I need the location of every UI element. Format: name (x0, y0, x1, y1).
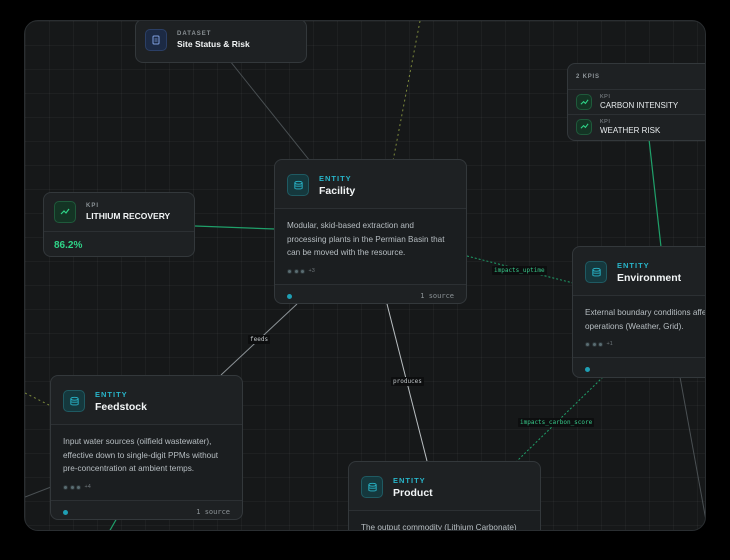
database-icon (585, 261, 607, 283)
document-icon (145, 29, 167, 51)
node-description: Modular, skid-based extraction and proce… (275, 208, 466, 266)
attribute-dots[interactable]: +3 (275, 265, 466, 284)
kpi-item-carbon-intensity[interactable]: KPI CARBON INTENSITY (568, 90, 705, 114)
entity-node-product[interactable]: ENTITY Product The output commodity (Lit… (348, 461, 541, 530)
kpi-item-title: WEATHER RISK (600, 125, 661, 135)
trend-up-icon (576, 118, 592, 135)
node-type-label: KPI (86, 203, 100, 209)
attribute-more-count: +1 (606, 341, 613, 348)
entity-node-environment[interactable]: ENTITY Environment External boundary con… (572, 246, 706, 378)
node-title: Feedstock (95, 400, 147, 413)
edge-label-produces[interactable]: p‍roduces (391, 377, 424, 386)
entity-node-feedstock[interactable]: ENTITY Feedstock Input water sources (oi… (50, 375, 243, 520)
kpi-item-title: CARBON INTENSITY (600, 101, 679, 110)
edge-dashed-top (392, 21, 421, 162)
node-type-label: ENTITY (617, 260, 650, 270)
database-icon (361, 476, 383, 498)
node-description: Input water sources (oilfield wastewater… (51, 424, 242, 482)
node-footer: 1 source (275, 283, 466, 303)
node-description: The output commodity (Lithium Carbonate) (349, 510, 540, 530)
node-type-label: ENTITY (319, 173, 352, 183)
dataset-node-site-status[interactable]: DATASET Site Status & Risk (135, 21, 307, 63)
edge-lithium-facility (194, 225, 276, 230)
status-dot (287, 293, 292, 299)
status-dot (585, 367, 590, 373)
edge-label-impacts-carbon-score[interactable]: impacts_carbon_score (518, 418, 595, 427)
node-footer: 1 source (51, 499, 242, 519)
status-dot (63, 509, 68, 515)
graph-canvas[interactable]: impacts_uptime feeds p‍roduces impacts_c… (24, 20, 706, 531)
kpi-value: 86.2% (44, 231, 194, 256)
node-title: LITHIUM RECOVERY (86, 211, 171, 221)
attribute-more-count: +4 (84, 483, 91, 490)
edge-dataset-facility (229, 60, 311, 162)
node-title: Site Status & Risk (177, 39, 250, 49)
node-title: Product (393, 486, 433, 499)
database-icon (63, 390, 85, 412)
kpi-group-header: 2 KPIS (568, 64, 705, 90)
edge-kpigroup-environment (648, 138, 662, 248)
node-type-label: ENTITY (393, 475, 426, 485)
node-description: External boundary conditions affe operat… (573, 295, 706, 340)
kpi-item-type: KPI (600, 94, 611, 100)
attribute-more-count: +3 (308, 267, 315, 274)
node-type-label: DATASET (177, 31, 212, 37)
edge-feedstock-left (25, 392, 50, 406)
trend-up-icon (576, 94, 592, 110)
node-footer (573, 357, 705, 377)
attribute-dots[interactable]: +4 (51, 481, 242, 500)
edge-label-impacts-uptime[interactable]: impacts_uptime (492, 266, 547, 275)
database-icon (287, 174, 309, 196)
attribute-dots[interactable]: +1 (573, 339, 705, 358)
node-title: Facility (319, 184, 356, 197)
edge-environment-out (679, 376, 705, 518)
entity-node-facility[interactable]: ENTITY Facility Modular, skid-based extr… (274, 159, 467, 304)
kpi-item-type: KPI (600, 118, 611, 125)
node-title: Environment (617, 271, 682, 284)
kpi-group-node[interactable]: 2 KPIS KPI CARBON INTENSITY KPI WEATHER … (567, 63, 705, 141)
trend-up-icon (54, 201, 76, 223)
kpi-node-lithium-recovery[interactable]: KPI LITHIUM RECOVERY 86.2% (43, 192, 195, 257)
node-description-text: External boundary conditions affe operat… (585, 308, 706, 331)
edge-label-feeds[interactable]: feeds (248, 335, 271, 344)
edge-lower-left (25, 486, 52, 498)
source-count[interactable]: 1 source (196, 508, 230, 516)
source-count[interactable]: 1 source (420, 292, 454, 300)
kpi-item-weather-risk[interactable]: KPI WEATHER RISK (568, 114, 705, 138)
node-type-label: ENTITY (95, 389, 128, 399)
